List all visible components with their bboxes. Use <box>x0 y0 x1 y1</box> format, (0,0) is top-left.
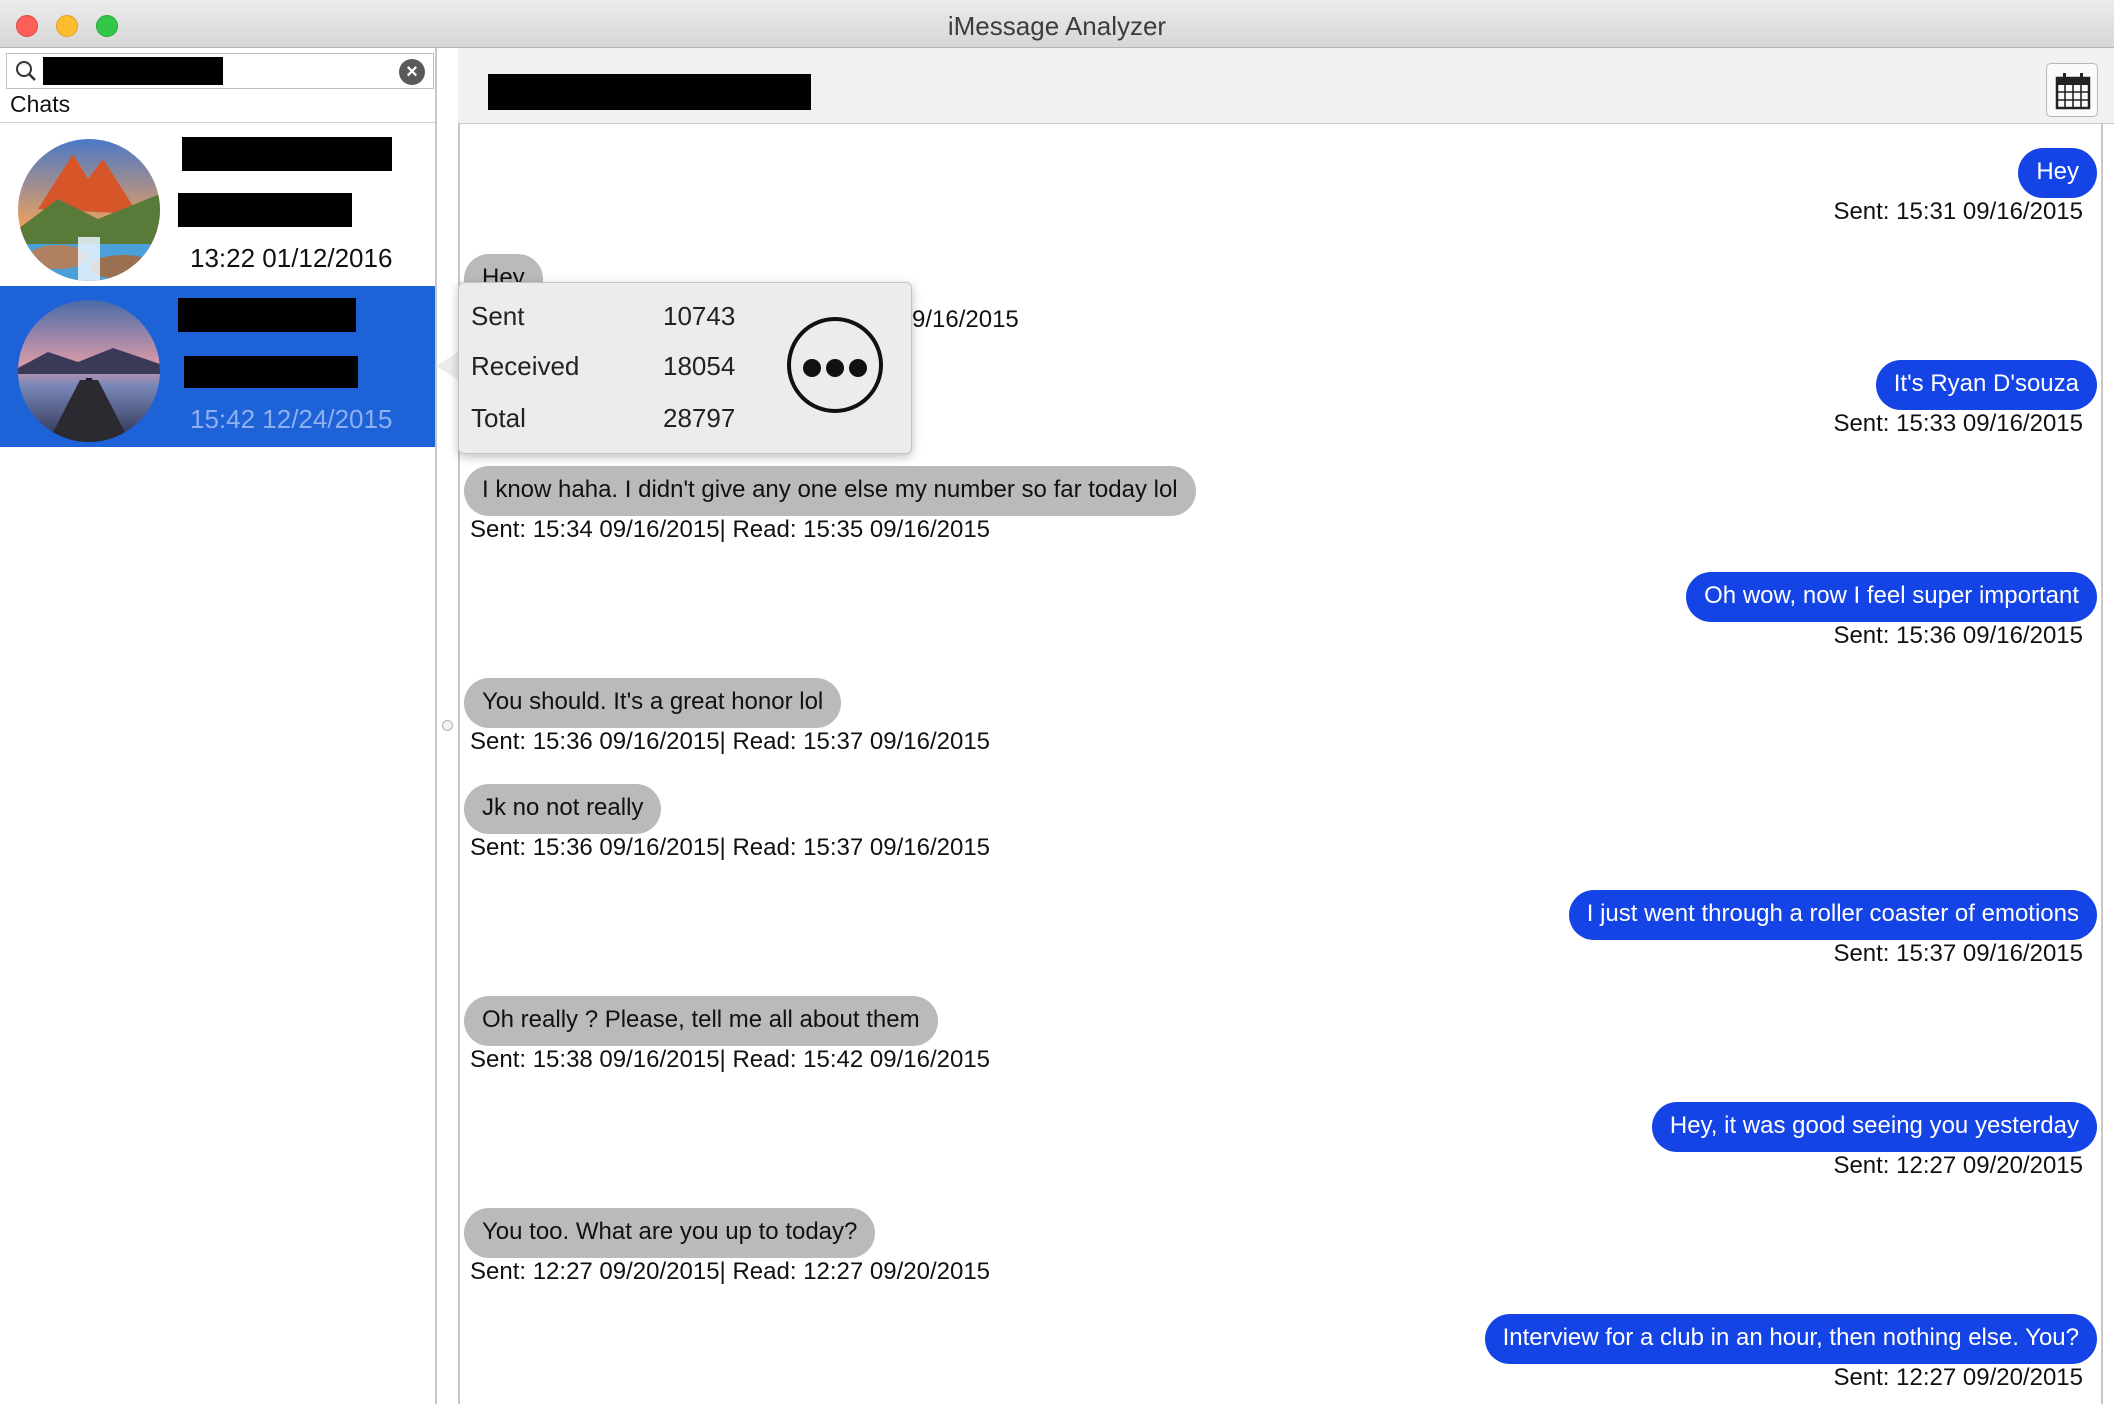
message-timestamp: Sent: 12:27 09/20/2015 <box>1833 1152 2083 1179</box>
outgoing-message-bubble: It's Ryan D'souza <box>1875 360 2097 410</box>
chat-list: 13:22 01/12/2016 15:42 12/24/2015 <box>0 122 435 447</box>
incoming-message-bubble: Jk no not really <box>464 784 662 834</box>
avatar <box>18 139 160 281</box>
redacted-contact-name <box>178 298 356 332</box>
chat-timestamp: 15:42 12/24/2015 <box>190 404 393 434</box>
message-timestamp: Sent: 12:27 09/20/2015| Read: 12:27 09/2… <box>470 1258 991 1285</box>
incoming-message-bubble: Oh really ? Please, tell me all about th… <box>464 996 938 1046</box>
title-bar: iMessage Analyzer <box>0 0 2114 48</box>
incoming-message-bubble: You too. What are you up to today? <box>464 1208 876 1258</box>
chat-list-item[interactable]: 13:22 01/12/2016 <box>0 123 435 286</box>
calendar-button[interactable] <box>2046 63 2098 117</box>
message-timestamp: Sent: 15:36 09/16/2015| Read: 15:37 09/1… <box>470 834 991 861</box>
outgoing-message-bubble: Interview for a club in an hour, then no… <box>1484 1314 2097 1364</box>
message-timestamp: Sent: 15:31 09/16/2015 <box>1833 198 2083 225</box>
search-field[interactable]: × <box>6 53 434 89</box>
message-timestamp: Sent: 15:33 09/16/2015 <box>1833 410 2083 437</box>
stat-label-total: Total <box>471 403 526 433</box>
chats-heading: Chats <box>10 91 71 117</box>
message-timestamp: Sent: 15:36 09/16/2015| Read: 15:37 09/1… <box>470 728 991 755</box>
stat-value-total: 28797 <box>663 403 736 433</box>
message-timestamp: Sent: 12:27 09/20/2015 <box>1833 1364 2083 1391</box>
message-timestamp: Sent: 15:37 09/16/2015 <box>1833 940 2083 967</box>
message-timestamp: Sent: 15:34 09/16/2015| Read: 15:35 09/1… <box>470 516 991 543</box>
incoming-message-bubble: I know haha. I didn't give any one else … <box>464 466 1196 516</box>
chat-list-item-selected[interactable]: 15:42 12/24/2015 <box>0 286 435 447</box>
chat-timestamp: 13:22 01/12/2016 <box>190 243 393 273</box>
popover-arrow <box>436 352 458 380</box>
message-timestamp: Sent: 15:36 09/16/2015 <box>1833 622 2083 649</box>
stat-label-received: Received <box>471 351 580 381</box>
redacted-contact-detail <box>184 356 358 388</box>
avatar <box>18 300 160 442</box>
outgoing-message-bubble: I just went through a roller coaster of … <box>1568 890 2097 940</box>
outgoing-message-bubble: Oh wow, now I feel super important <box>1686 572 2097 622</box>
clear-search-icon[interactable]: × <box>399 59 425 85</box>
outgoing-message-bubble: Hey <box>2018 148 2097 198</box>
calendar-icon <box>2055 73 2091 110</box>
conversation-header <box>458 48 2114 124</box>
message-timestamp: Sent: 15:38 09/16/2015| Read: 15:42 09/1… <box>470 1046 991 1073</box>
message-timestamp: 9/16/2015 <box>912 306 1019 333</box>
window-title: iMessage Analyzer <box>947 11 1167 41</box>
sidebar: × Chats 13:22 01/12/2016 15:42 12/24/201… <box>0 48 437 1404</box>
more-options-icon[interactable] <box>787 317 883 413</box>
split-view-handle[interactable] <box>442 720 453 731</box>
stat-value-received: 18054 <box>663 351 736 381</box>
stat-value-sent: 10743 <box>663 301 736 331</box>
stat-label-sent: Sent <box>471 301 525 331</box>
incoming-message-bubble: You should. It's a great honor lol <box>464 678 842 728</box>
outgoing-message-bubble: Hey, it was good seeing you yesterday <box>1651 1102 2097 1152</box>
redacted-contact-name <box>182 137 392 171</box>
redacted-contact-detail <box>178 193 352 227</box>
message-stats-popover: Sent 10743 Received 18054 Total 28797 <box>458 282 912 454</box>
redacted-search-text <box>43 57 223 85</box>
redacted-conversation-title <box>488 74 811 110</box>
search-icon <box>16 61 36 81</box>
